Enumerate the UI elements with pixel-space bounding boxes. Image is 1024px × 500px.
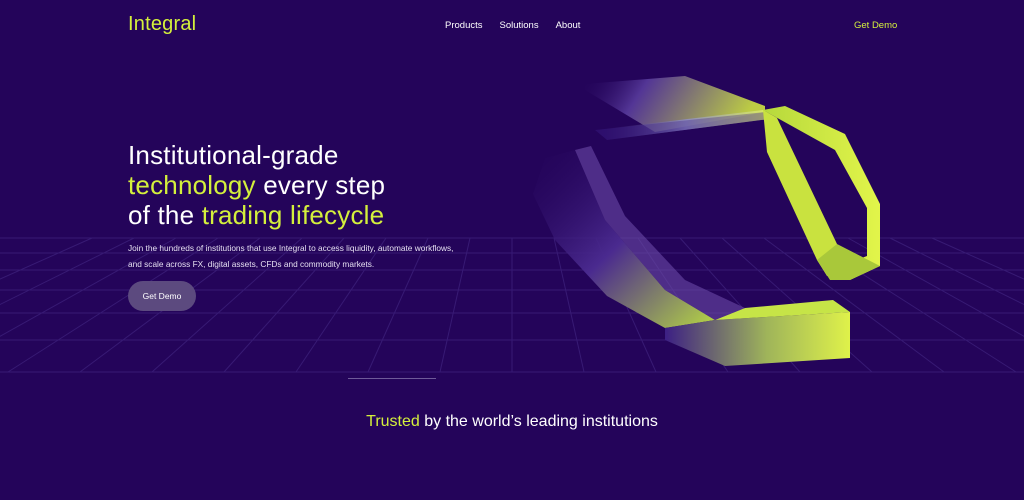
- top-navigation: Integral Products Solutions About Get De…: [0, 0, 1024, 52]
- nav-link-products[interactable]: Products: [445, 20, 483, 31]
- trusted-accent: Trusted: [366, 413, 420, 430]
- hero-subtitle: Join the hundreds of institutions that u…: [128, 243, 454, 269]
- hero-headline-accent-technology: technology: [128, 170, 256, 200]
- trusted-by-heading: Trusted by the world’s leading instituti…: [0, 413, 1024, 431]
- trusted-rest: by the world’s leading institutions: [419, 413, 658, 430]
- nav-link-about[interactable]: About: [556, 20, 581, 31]
- hero-headline-line-1: Institutional-grade: [128, 140, 339, 170]
- hero-headline-accent-trading-lifecycle: trading lifecycle: [201, 200, 385, 230]
- hero-headline-line-3-pre: of the: [128, 200, 202, 230]
- nav-get-demo-link[interactable]: Get Demo: [854, 20, 897, 31]
- integral-logo[interactable]: Integral: [128, 13, 196, 36]
- nav-links: Products Solutions About: [445, 20, 580, 31]
- nav-link-solutions[interactable]: Solutions: [500, 20, 539, 31]
- section-divider: [348, 378, 436, 379]
- hero-get-demo-button[interactable]: Get Demo: [128, 281, 196, 311]
- integral-3d-logo-illustration: [533, 76, 880, 366]
- hero-headline-line-2-rest: every step: [255, 170, 386, 200]
- hero-headline: Institutional-grade technology every ste…: [128, 140, 385, 230]
